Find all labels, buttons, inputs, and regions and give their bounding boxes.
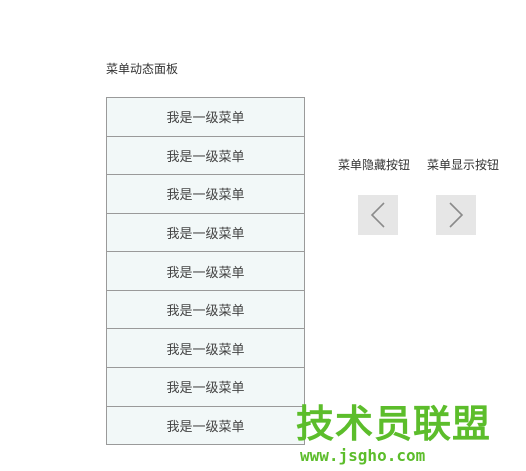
menu-item[interactable]: 我是一级菜单	[107, 252, 304, 291]
chevron-left-icon	[370, 202, 385, 228]
menu-hide-button[interactable]	[358, 195, 398, 235]
chevron-right-icon	[449, 202, 464, 228]
menu-item[interactable]: 我是一级菜单	[107, 329, 304, 368]
show-button-label: 菜单显示按钮	[427, 158, 500, 172]
watermark: 技术员联盟 www.jsgho.com	[296, 402, 506, 468]
menu-item[interactable]: 我是一级菜单	[107, 368, 304, 407]
menu-panel: 我是一级菜单 我是一级菜单 我是一级菜单 我是一级菜单 我是一级菜单 我是一级菜…	[106, 97, 305, 445]
menu-item[interactable]: 我是一级菜单	[107, 214, 304, 253]
menu-item[interactable]: 我是一级菜单	[107, 98, 304, 137]
watermark-title: 技术员联盟	[296, 402, 492, 446]
menu-item[interactable]: 我是一级菜单	[107, 407, 304, 445]
menu-item[interactable]: 我是一级菜单	[107, 175, 304, 214]
panel-title: 菜单动态面板	[106, 62, 179, 76]
menu-show-button[interactable]	[436, 195, 476, 235]
menu-item[interactable]: 我是一级菜单	[107, 137, 304, 176]
menu-item[interactable]: 我是一级菜单	[107, 291, 304, 330]
watermark-url: www.jsgho.com	[300, 446, 426, 465]
hide-button-label: 菜单隐藏按钮	[338, 158, 411, 172]
